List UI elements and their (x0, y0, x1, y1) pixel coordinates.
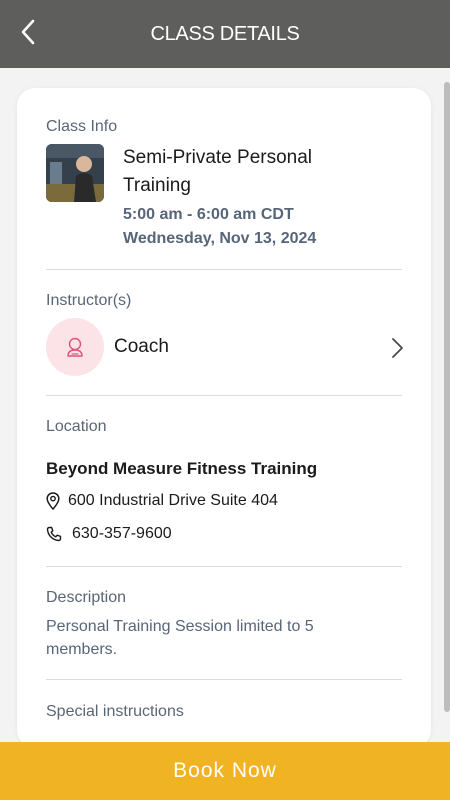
person-outline-icon (67, 337, 83, 357)
instructor-avatar[interactable] (46, 318, 104, 376)
instructor-details-button[interactable] (387, 336, 407, 360)
address-row[interactable]: 600 Industrial Drive Suite 404 (46, 492, 278, 510)
class-details-card: Class Info Semi-Private Personal Trainin… (17, 88, 431, 748)
instructor-name[interactable]: Coach (114, 336, 169, 358)
scrollbar[interactable] (444, 82, 450, 712)
chevron-left-icon (21, 19, 35, 45)
location-name: Beyond Measure Fitness Training (46, 459, 318, 478)
divider (46, 395, 402, 396)
divider (46, 566, 402, 567)
location-phone: 630-357-9600 (72, 525, 172, 542)
divider (46, 269, 402, 270)
location-address: 600 Industrial Drive Suite 404 (68, 492, 278, 509)
description-text: Personal Training Session limited to 5 m… (46, 618, 314, 658)
phone-row[interactable]: 630-357-9600 (46, 525, 172, 543)
description-label: Description (46, 589, 127, 606)
back-button[interactable] (10, 14, 46, 50)
phone-icon (46, 526, 62, 542)
instructor-label: Instructor(s) (46, 292, 132, 309)
location-label: Location (46, 418, 107, 435)
book-now-button[interactable]: Book Now (0, 742, 450, 800)
class-info-label: Class Info (46, 118, 118, 135)
page-title: CLASS DETAILS (150, 22, 300, 45)
top-app-bar: CLASS DETAILS (0, 0, 450, 68)
chevron-right-icon (392, 338, 403, 358)
divider (46, 679, 402, 680)
class-date: Wednesday, Nov 13, 2024 (123, 230, 317, 247)
map-pin-icon (46, 492, 60, 510)
class-time: 5:00 am - 6:00 am CDT (123, 206, 294, 223)
special-instructions-label: Special instructions (46, 703, 184, 720)
class-title: Semi-Private Personal Training (123, 147, 313, 196)
class-thumbnail (46, 144, 104, 202)
